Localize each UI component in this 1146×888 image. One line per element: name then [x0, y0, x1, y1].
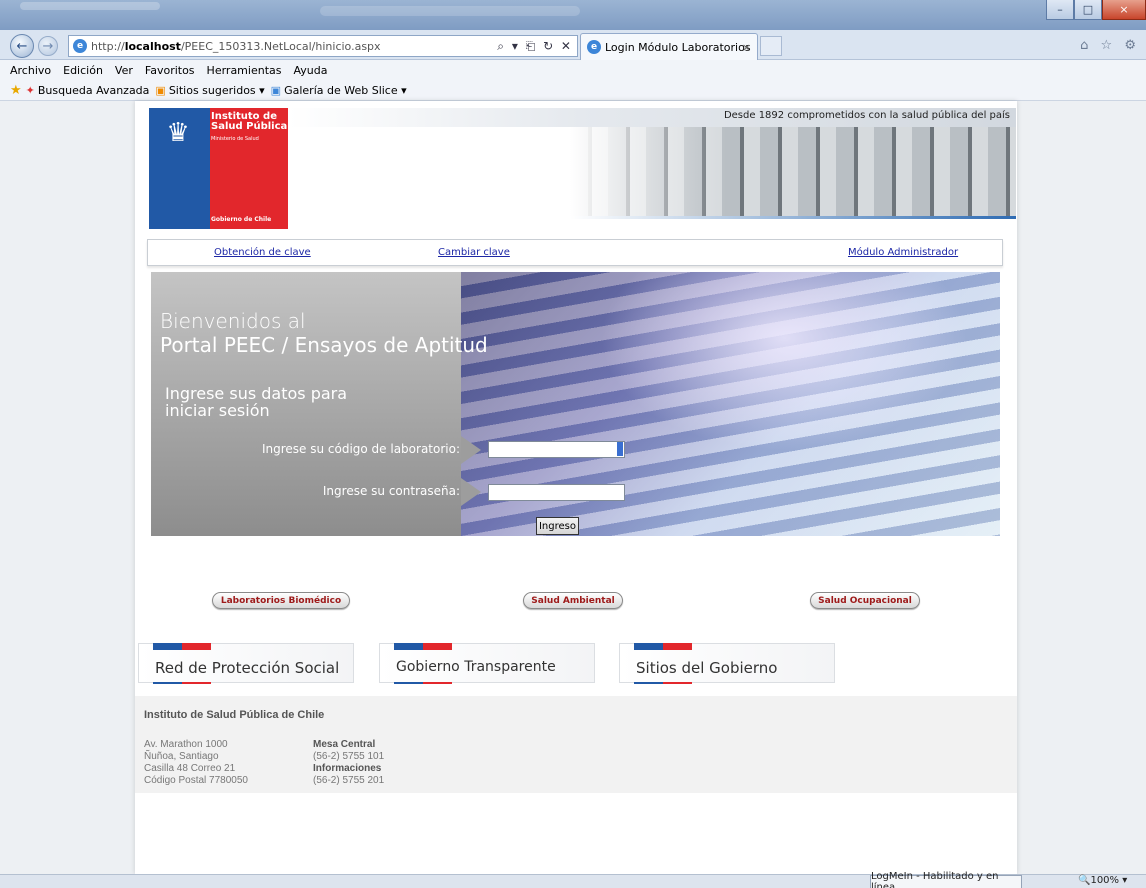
mesa-central-label: Mesa Central — [313, 739, 376, 750]
gov-link-label: Sitios del Gobierno — [636, 659, 778, 677]
fav-busqueda-avanzada[interactable]: ✦ Busqueda Avanzada — [26, 84, 150, 97]
menu-herramientas[interactable]: Herramientas — [207, 64, 282, 77]
informaciones-label: Informaciones — [313, 763, 382, 774]
btn-salud-ambiental[interactable]: Salud Ambiental — [523, 592, 623, 609]
footer-title: Instituto de Salud Pública de Chile — [144, 709, 325, 721]
menu-bar: Archivo Edición Ver Favoritos Herramient… — [0, 60, 1146, 80]
window-title-blur — [20, 2, 160, 10]
address-line: Casilla 48 Correo 21 — [144, 763, 236, 774]
address-path: /PEEC_150313.NetLocal/hinicio.aspx — [180, 39, 381, 53]
footer-address: Av. Marathon 1000 Ñuñoa, Santiago Casill… — [144, 739, 248, 787]
status-bar: LogMeIn - Habilitado y en línea 🔍100% ▾ — [0, 871, 1146, 888]
welcome-line2: Portal PEEC / Ensayos de Aptitud — [160, 333, 488, 357]
fav-label: Galería de Web Slice ▾ — [284, 83, 407, 97]
flag-stripe — [394, 682, 452, 684]
building-image — [570, 127, 1016, 219]
address-host: localhost — [124, 39, 181, 53]
link-obtencion-clave[interactable]: Obtención de clave — [214, 247, 311, 258]
fav-label: Busqueda Avanzada — [37, 83, 150, 97]
tab-close-icon[interactable]: × — [742, 41, 751, 54]
ie-tab-icon: e — [587, 40, 601, 54]
logmein-status[interactable]: LogMeIn - Habilitado y en línea — [870, 871, 1022, 888]
menu-ayuda[interactable]: Ayuda — [293, 64, 327, 77]
tab-title: Login Módulo Laboratorios — [605, 40, 751, 54]
btn-salud-ocupacional[interactable]: Salud Ocupacional — [810, 592, 920, 609]
browser-tab[interactable]: e Login Módulo Laboratorios × — [580, 33, 758, 60]
address-line: Av. Marathon 1000 — [144, 739, 228, 750]
flag-stripe — [394, 643, 452, 650]
busqueda-icon: ✦ — [25, 83, 35, 97]
password-label: Ingrese su contraseña: — [322, 484, 460, 498]
gov-link-label: Gobierno Transparente — [396, 659, 556, 675]
minimize-icon[interactable]: – — [1046, 0, 1074, 20]
maximize-icon[interactable]: □ — [1074, 0, 1102, 20]
btn-laboratorios-biomedico[interactable]: Laboratorios Biomédico — [212, 592, 350, 609]
coat-of-arms-icon: ♛ — [166, 118, 190, 148]
input-autofill-icon[interactable] — [617, 442, 623, 456]
gov-link-sitios-gobierno[interactable]: Sitios del Gobierno — [619, 643, 835, 684]
lab-code-label: Ingrese su código de laboratorio: — [261, 442, 460, 456]
sitios-icon: ▣ — [155, 83, 166, 97]
window-title-blur — [320, 6, 580, 16]
favorites-bar: ★ ✦ Busqueda Avanzada ▣ Sitios sugeridos ▾… — [0, 80, 1146, 101]
password-input[interactable] — [488, 484, 625, 501]
header-divider — [570, 216, 1016, 219]
home-favorites-settings-icons[interactable]: ⌂ ☆ ⚙ — [1080, 38, 1140, 53]
gov-link-gobierno-transparente[interactable]: Gobierno Transparente — [379, 643, 595, 684]
mesa-central-phone: (56-2) 5755 101 — [313, 751, 385, 762]
back-icon[interactable]: ← — [10, 34, 34, 58]
gov-link-red-proteccion-social[interactable]: Red de Protección Social — [138, 643, 354, 684]
close-icon[interactable]: × — [1102, 0, 1146, 20]
fav-galeria-web-slice[interactable]: ▣ Galería de Web Slice ▾ — [271, 84, 407, 97]
address-line: Ñuñoa, Santiago — [144, 751, 219, 762]
address-tools-icons[interactable]: ⌕ ▾ ⎗ ↻ ✕ — [497, 39, 573, 54]
address-prefix: http:// — [91, 39, 125, 53]
footer-contact: Mesa Central (56-2) 5755 101 Informacion… — [313, 739, 384, 787]
logo-name: Instituto de Salud Pública — [211, 112, 287, 132]
link-cambiar-clave[interactable]: Cambiar clave — [438, 247, 510, 258]
password-label-notch — [461, 478, 481, 506]
flag-stripe — [634, 643, 692, 650]
menu-ver[interactable]: Ver — [115, 64, 133, 77]
link-modulo-administrador[interactable]: Módulo Administrador — [848, 247, 958, 258]
instruction-line1: Ingrese sus datos para — [165, 384, 348, 403]
favorites-star-icon[interactable]: ★ — [10, 83, 22, 98]
menu-favoritos[interactable]: Favoritos — [145, 64, 195, 77]
web-slice-icon: ▣ — [270, 83, 282, 97]
logo-gobierno: Gobierno de Chile — [211, 216, 272, 223]
login-button[interactable]: Ingreso — [536, 517, 579, 535]
window-controls: – □ × — [1046, 0, 1146, 22]
instruction-line2: iniciar sesión — [165, 401, 270, 420]
fav-label: Sitios sugeridos ▾ — [168, 83, 265, 97]
navigation-bar: ← → e http://localhost/PEEC_150313.NetLo… — [0, 30, 1146, 60]
top-links-bar: Obtención de clave Cambiar clave Módulo … — [147, 239, 1003, 266]
menu-archivo[interactable]: Archivo — [10, 64, 51, 77]
menu-edicion[interactable]: Edición — [63, 64, 103, 77]
informaciones-phone: (56-2) 5755 201 — [313, 775, 385, 786]
logo-ministry: Ministerio de Salud — [211, 136, 259, 142]
isp-logo[interactable]: ♛ Instituto de Salud Pública Ministerio d… — [149, 108, 288, 229]
forward-icon[interactable]: → — [38, 36, 58, 56]
code-label-notch — [461, 436, 481, 464]
fav-sitios-sugeridos[interactable]: ▣ Sitios sugeridos ▾ — [155, 84, 264, 97]
zoom-level[interactable]: 🔍100% ▾ — [1078, 875, 1127, 886]
welcome-line1: Bienvenidos al — [160, 309, 306, 333]
logo-line2: Salud Pública — [211, 121, 288, 132]
ie-page-icon: e — [73, 39, 87, 53]
address-bar[interactable]: e http://localhost/PEEC_150313.NetLocal/… — [68, 35, 578, 57]
window-titlebar: – □ × — [0, 0, 1146, 30]
new-tab-button[interactable] — [760, 36, 782, 56]
flag-stripe — [634, 682, 692, 684]
flag-stripe — [153, 643, 211, 650]
gov-link-label: Red de Protección Social — [155, 659, 340, 677]
flag-stripe — [153, 682, 211, 684]
header-slogan: Desde 1892 comprometidos con la salud pú… — [723, 110, 1010, 121]
address-line: Código Postal 7780050 — [144, 775, 248, 786]
lab-code-input[interactable] — [488, 441, 625, 458]
